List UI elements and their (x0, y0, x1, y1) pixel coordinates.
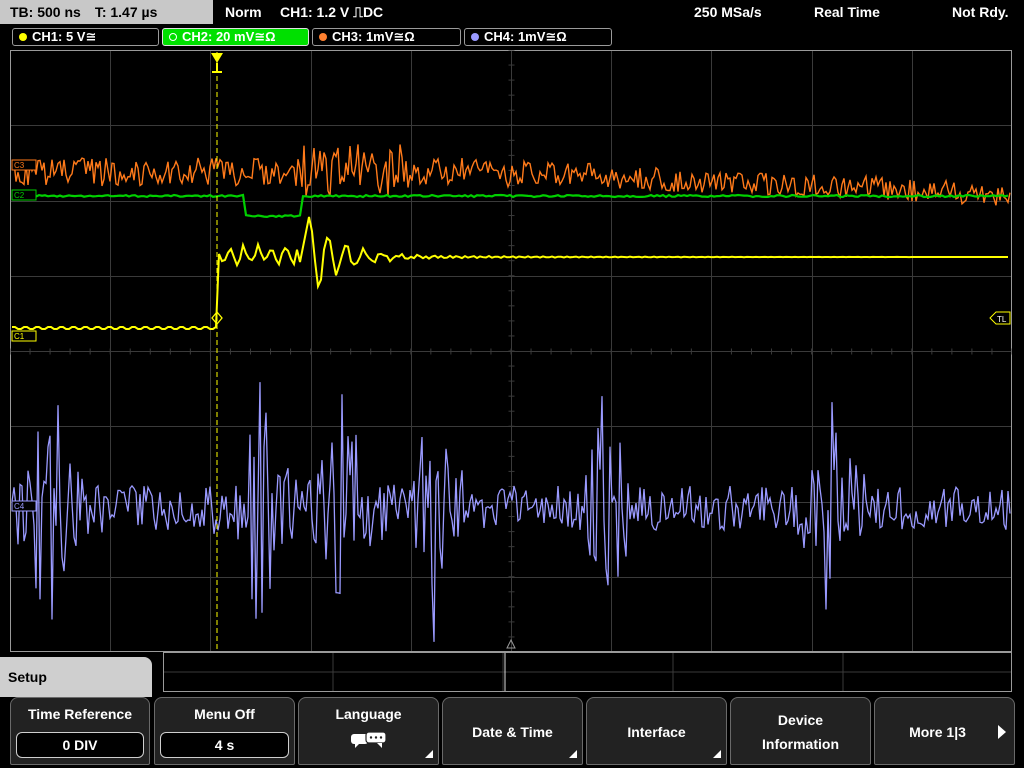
ch3-color-dot (319, 33, 327, 41)
softkey-label: Language (335, 706, 402, 722)
ch4-marker-label: C4 (14, 502, 25, 511)
ch1-color-dot (19, 33, 27, 41)
menu-title-tab: Setup (0, 657, 152, 697)
waveform-display[interactable]: TL C3 C2 C1 C4 (10, 50, 1012, 652)
ch4-offset-marker[interactable]: C4 (11, 500, 37, 512)
interface-softkey[interactable]: Interface (586, 697, 727, 765)
timebase-value: TB: 500 ns (10, 4, 81, 20)
acquisition-mode: Real Time (814, 4, 880, 20)
channel-tab-label: CH4: 1mV≅Ω (484, 29, 567, 44)
menu-off-softkey[interactable]: Menu Off 4 s (154, 697, 295, 765)
ch2-offset-marker[interactable]: C2 (11, 189, 37, 201)
device-information-softkey[interactable]: Device Information (730, 697, 871, 765)
time-reference-softkey[interactable]: Time Reference 0 DIV (10, 697, 150, 765)
submenu-indicator-icon (713, 750, 721, 758)
next-page-arrow-icon (998, 725, 1006, 739)
status-bar: Norm CH1: 1.2 V ⎍DC 250 MSa/s Real Time … (216, 0, 1024, 24)
ch2-color-dot (169, 33, 177, 41)
ch3-marker-label: C3 (14, 161, 25, 170)
trigger-time-value: T: 1.47 µs (94, 4, 158, 20)
channel-tab-ch2[interactable]: CH2: 20 mV≅Ω (162, 28, 309, 46)
channel-tab-label: CH2: 20 mV≅Ω (182, 29, 276, 44)
ch4-color-dot (471, 33, 479, 41)
channel-tab-label: CH3: 1mV≅Ω (332, 29, 415, 44)
more-softkey[interactable]: More 1|3 (874, 697, 1015, 765)
timebase-readout[interactable]: TB: 500 ns T: 1.47 µs (0, 0, 213, 24)
ch1-offset-marker[interactable]: C1 (11, 330, 37, 342)
trigger-source[interactable]: CH1: 1.2 V ⎍DC (280, 4, 383, 21)
language-softkey[interactable]: Language (298, 697, 439, 765)
channel-tab-label: CH1: 5 V≅ (32, 29, 97, 44)
mini-overview-display (163, 652, 1012, 692)
softkey-label: Interface (627, 724, 686, 740)
softkey-label-line2: Information (762, 736, 839, 752)
menu-off-value: 4 s (160, 732, 289, 758)
channel-tab-ch1[interactable]: CH1: 5 V≅ (12, 28, 159, 46)
softkey-label: Time Reference (27, 706, 132, 722)
softkey-label: Date & Time (472, 724, 553, 740)
ch1-marker-label: C1 (14, 332, 25, 341)
acquisition-state: Not Rdy. (952, 4, 1009, 20)
date-time-softkey[interactable]: Date & Time (442, 697, 583, 765)
channel-tab-ch4[interactable]: CH4: 1mV≅Ω (464, 28, 612, 46)
softkey-label: Menu Off (194, 706, 255, 722)
sample-rate: 250 MSa/s (694, 4, 762, 20)
trigger-level-label: TL (997, 315, 1007, 324)
time-reference-value: 0 DIV (16, 732, 144, 758)
submenu-indicator-icon (425, 750, 433, 758)
softkey-label-line1: Device (777, 712, 824, 728)
ch3-offset-marker[interactable]: C3 (11, 159, 37, 171)
menu-title: Setup (8, 669, 47, 685)
speech-bubbles-icon (351, 731, 387, 748)
trigger-mode[interactable]: Norm (225, 4, 262, 20)
channel-tab-ch3[interactable]: CH3: 1mV≅Ω (312, 28, 461, 46)
ch2-marker-label: C2 (14, 191, 25, 200)
submenu-indicator-icon (569, 750, 577, 758)
softkey-label: More 1|3 (909, 724, 966, 740)
